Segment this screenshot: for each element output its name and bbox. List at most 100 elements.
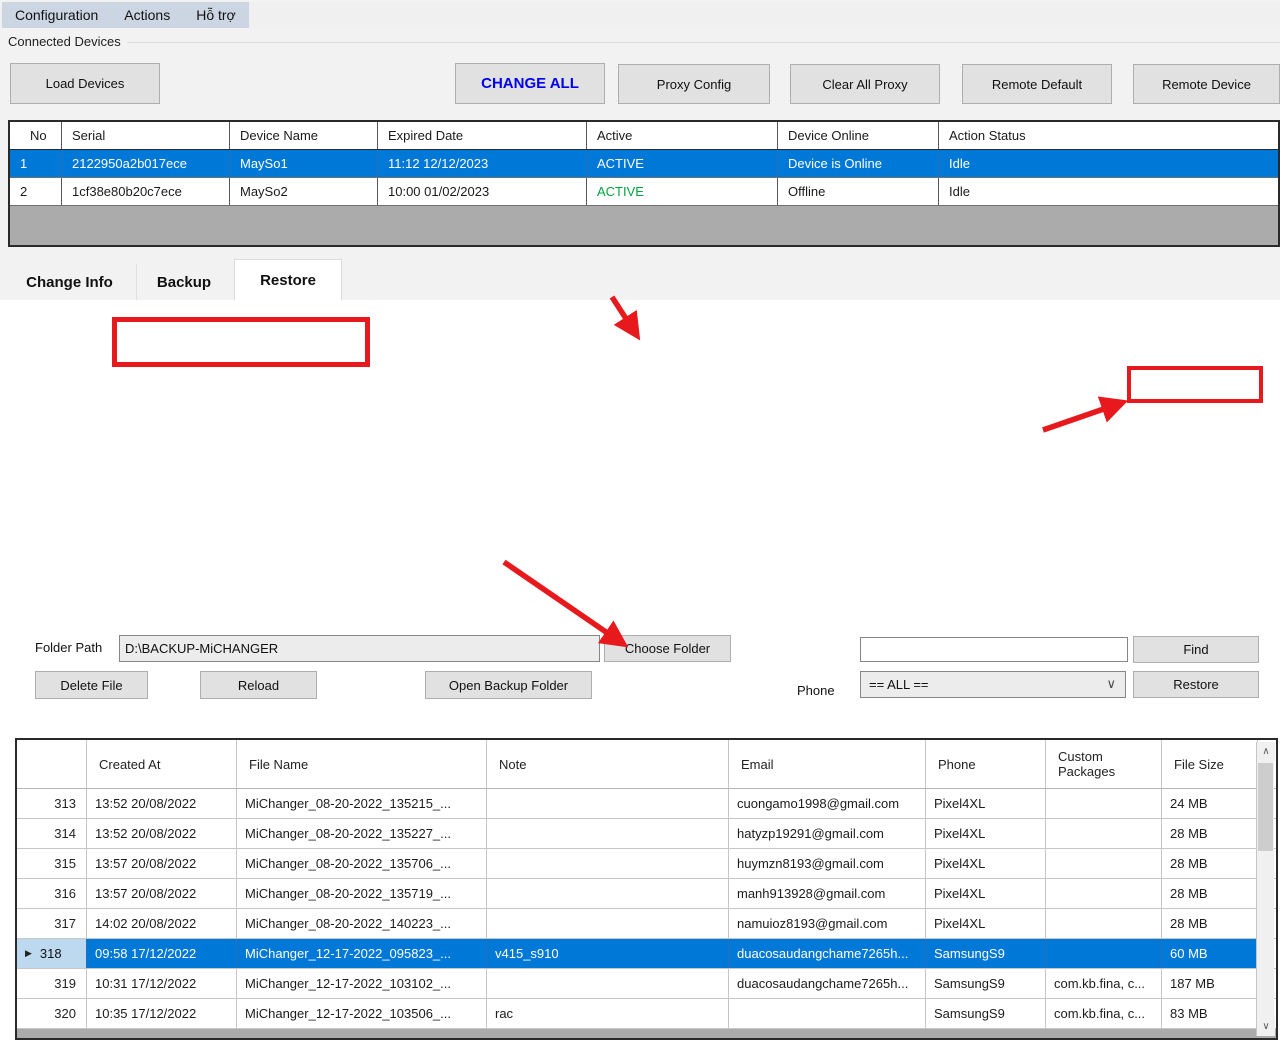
file-table: Created AtFile NameNoteEmailPhoneCustom … [15, 738, 1278, 1040]
file-table-empty-area [17, 1029, 1276, 1038]
file-col-row-header[interactable] [17, 740, 87, 788]
remote-default-button[interactable]: Remote Default [962, 64, 1112, 104]
device-cell-active: ACTIVE [587, 178, 778, 205]
file-row-319[interactable]: 31910:31 17/12/2022MiChanger_12-17-2022_… [17, 969, 1276, 999]
device-col-Active[interactable]: Active [587, 122, 778, 149]
file-cell-size: 28 MB [1162, 849, 1258, 878]
connected-devices-group-label: Connected Devices [8, 34, 127, 49]
menu-bar: Configuration Actions Hỗ trợ [0, 2, 1280, 28]
file-cell-no: 313 [17, 789, 87, 818]
file-cell-file: MiChanger_08-20-2022_135227_... [237, 819, 487, 848]
device-row[interactable]: 21cf38e80b20c7eceMaySo210:00 01/02/2023A… [10, 178, 1278, 206]
file-cell-file: MiChanger_12-17-2022_095823_... [237, 939, 487, 968]
file-cell-file: MiChanger_08-20-2022_135706_... [237, 849, 487, 878]
device-col-Serial[interactable]: Serial [62, 122, 230, 149]
file-cell-note [487, 789, 729, 818]
file-col-file-name[interactable]: File Name [237, 740, 487, 788]
device-col-Action Status[interactable]: Action Status [939, 122, 1278, 149]
tab-change-info[interactable]: Change Info [3, 264, 137, 300]
device-cell-status: Idle [939, 150, 1278, 177]
device-cell-status: Idle [939, 178, 1278, 205]
device-row[interactable]: 12122950a2b017eceMaySo111:12 12/12/2023A… [10, 150, 1278, 178]
file-cell-packages [1046, 819, 1162, 848]
tab-restore[interactable]: Restore [234, 259, 342, 300]
delete-file-button[interactable]: Delete File [35, 671, 148, 699]
scroll-up-icon[interactable]: ∧ [1257, 742, 1275, 761]
file-cell-created: 14:02 20/08/2022 [87, 909, 237, 938]
file-cell-email: duacosaudangchame7265h... [729, 939, 926, 968]
file-row-316[interactable]: 31613:57 20/08/2022MiChanger_08-20-2022_… [17, 879, 1276, 909]
reload-button[interactable]: Reload [200, 671, 317, 699]
proxy-config-button[interactable]: Proxy Config [618, 64, 770, 104]
restore-panel: Folder Path D:\BACKUP-MiCHANGER Choose F… [0, 300, 1280, 746]
device-table: NoSerialDevice NameExpired DateActiveDev… [8, 120, 1280, 247]
load-devices-button[interactable]: Load Devices [10, 63, 160, 104]
device-col-No[interactable]: No [10, 122, 62, 149]
file-table-header: Created AtFile NameNoteEmailPhoneCustom … [17, 740, 1276, 789]
restore-button[interactable]: Restore [1133, 671, 1259, 698]
scrollbar-thumb[interactable] [1258, 763, 1273, 851]
scroll-down-icon[interactable]: ∨ [1257, 1017, 1275, 1036]
file-cell-note [487, 879, 729, 908]
device-col-Device Name[interactable]: Device Name [230, 122, 378, 149]
file-cell-size: 24 MB [1162, 789, 1258, 818]
menu-configuration[interactable]: Configuration [2, 2, 111, 28]
clear-all-proxy-button[interactable]: Clear All Proxy [790, 64, 940, 104]
find-button[interactable]: Find [1133, 636, 1259, 663]
file-col-custom-packages[interactable]: Custom Packages [1046, 740, 1162, 788]
menu-help[interactable]: Hỗ trợ [183, 2, 249, 28]
device-col-Expired Date[interactable]: Expired Date [378, 122, 587, 149]
file-cell-email: huymzn8193@gmail.com [729, 849, 926, 878]
file-row-313[interactable]: 31313:52 20/08/2022MiChanger_08-20-2022_… [17, 789, 1276, 819]
file-row-318[interactable]: ▶31809:58 17/12/2022MiChanger_12-17-2022… [17, 939, 1276, 969]
device-cell-active: ACTIVE [587, 150, 778, 177]
file-cell-email [729, 999, 926, 1028]
file-col-phone[interactable]: Phone [926, 740, 1046, 788]
file-cell-note [487, 969, 729, 998]
file-cell-created: 10:35 17/12/2022 [87, 999, 237, 1028]
file-cell-packages [1046, 939, 1162, 968]
device-cell-serial: 1cf38e80b20c7ece [62, 178, 230, 205]
file-cell-phone: Pixel4XL [926, 849, 1046, 878]
device-col-Device Online[interactable]: Device Online [778, 122, 939, 149]
folder-path-field[interactable]: D:\BACKUP-MiCHANGER [119, 635, 600, 662]
file-col-email[interactable]: Email [729, 740, 926, 788]
file-cell-packages [1046, 879, 1162, 908]
device-cell-device_name: MaySo1 [230, 150, 378, 177]
file-row-320[interactable]: 32010:35 17/12/2022MiChanger_12-17-2022_… [17, 999, 1276, 1029]
file-cell-created: 13:57 20/08/2022 [87, 849, 237, 878]
file-cell-packages [1046, 849, 1162, 878]
file-row-314[interactable]: 31413:52 20/08/2022MiChanger_08-20-2022_… [17, 819, 1276, 849]
file-cell-phone: Pixel4XL [926, 879, 1046, 908]
choose-folder-button[interactable]: Choose Folder [604, 635, 731, 662]
file-cell-packages: com.kb.fina, c... [1046, 999, 1162, 1028]
file-cell-file: MiChanger_08-20-2022_140223_... [237, 909, 487, 938]
tab-backup[interactable]: Backup [137, 264, 231, 300]
file-cell-size: 28 MB [1162, 879, 1258, 908]
remote-device-button[interactable]: Remote Device [1133, 64, 1280, 104]
phone-dropdown-value: == ALL == [869, 677, 929, 692]
file-cell-created: 13:52 20/08/2022 [87, 819, 237, 848]
vertical-scrollbar[interactable]: ∧ ∨ [1256, 742, 1274, 1036]
file-cell-file: MiChanger_12-17-2022_103506_... [237, 999, 487, 1028]
device-table-empty-area [10, 206, 1278, 245]
file-col-created-at[interactable]: Created At [87, 740, 237, 788]
file-col-note[interactable]: Note [487, 740, 729, 788]
file-col-file-size[interactable]: File Size [1162, 740, 1258, 788]
phone-dropdown[interactable]: == ALL == ∨ [860, 671, 1126, 698]
find-input[interactable] [860, 637, 1128, 662]
file-row-317[interactable]: 31714:02 20/08/2022MiChanger_08-20-2022_… [17, 909, 1276, 939]
menu-actions[interactable]: Actions [111, 2, 183, 28]
file-cell-created: 13:52 20/08/2022 [87, 789, 237, 818]
top-panel: Configuration Actions Hỗ trợ Connected D… [0, 0, 1280, 300]
change-all-button[interactable]: CHANGE ALL [455, 63, 605, 104]
open-backup-folder-button[interactable]: Open Backup Folder [425, 671, 592, 699]
file-table-body: 31313:52 20/08/2022MiChanger_08-20-2022_… [17, 789, 1276, 1029]
file-cell-email: manh913928@gmail.com [729, 879, 926, 908]
file-cell-note [487, 819, 729, 848]
file-cell-size: 60 MB [1162, 939, 1258, 968]
device-cell-expired: 10:00 01/02/2023 [378, 178, 587, 205]
file-cell-note: v415_s910 [487, 939, 729, 968]
file-row-315[interactable]: 31513:57 20/08/2022MiChanger_08-20-2022_… [17, 849, 1276, 879]
file-cell-email: namuioz8193@gmail.com [729, 909, 926, 938]
